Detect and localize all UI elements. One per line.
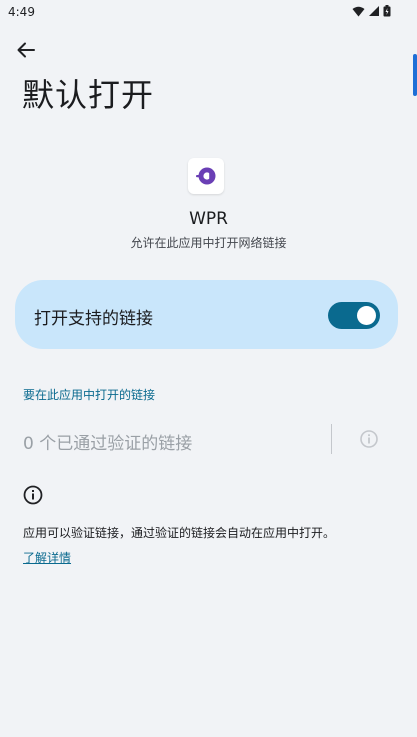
status-bar: 4:49 [0, 0, 417, 26]
arrow-back-icon [17, 42, 35, 58]
info-outline-icon[interactable] [359, 429, 379, 449]
open-supported-links-card[interactable]: 打开支持的链接 [15, 280, 398, 349]
info-text: 应用可以验证链接，通过验证的链接会自动在应用中打开。 [23, 526, 336, 540]
scroll-indicator [413, 54, 417, 96]
learn-more-link[interactable]: 了解详情 [23, 549, 71, 566]
status-time: 4:49 [8, 5, 35, 19]
app-description: 允许在此应用中打开网络链接 [130, 236, 287, 250]
signal-icon [369, 6, 379, 16]
page-title: 默认打开 [22, 76, 155, 114]
toggle-label: 打开支持的链接 [34, 309, 153, 329]
info-icon [23, 485, 43, 505]
battery-icon [383, 5, 391, 17]
status-icons [352, 5, 391, 17]
back-button[interactable] [12, 36, 40, 64]
row-divider [331, 424, 332, 454]
app-icon [188, 158, 224, 194]
verified-links-count: 0 个已通过验证的链接 [23, 434, 193, 454]
switch-thumb [357, 306, 376, 325]
app-logo-icon [196, 167, 216, 185]
links-section-header: 要在此应用中打开的链接 [23, 388, 156, 402]
open-supported-links-switch[interactable] [328, 302, 380, 329]
verified-links-row[interactable]: 0 个已通过验证的链接 [0, 420, 417, 460]
wifi-icon [352, 6, 365, 16]
app-name: WPR [189, 209, 228, 229]
